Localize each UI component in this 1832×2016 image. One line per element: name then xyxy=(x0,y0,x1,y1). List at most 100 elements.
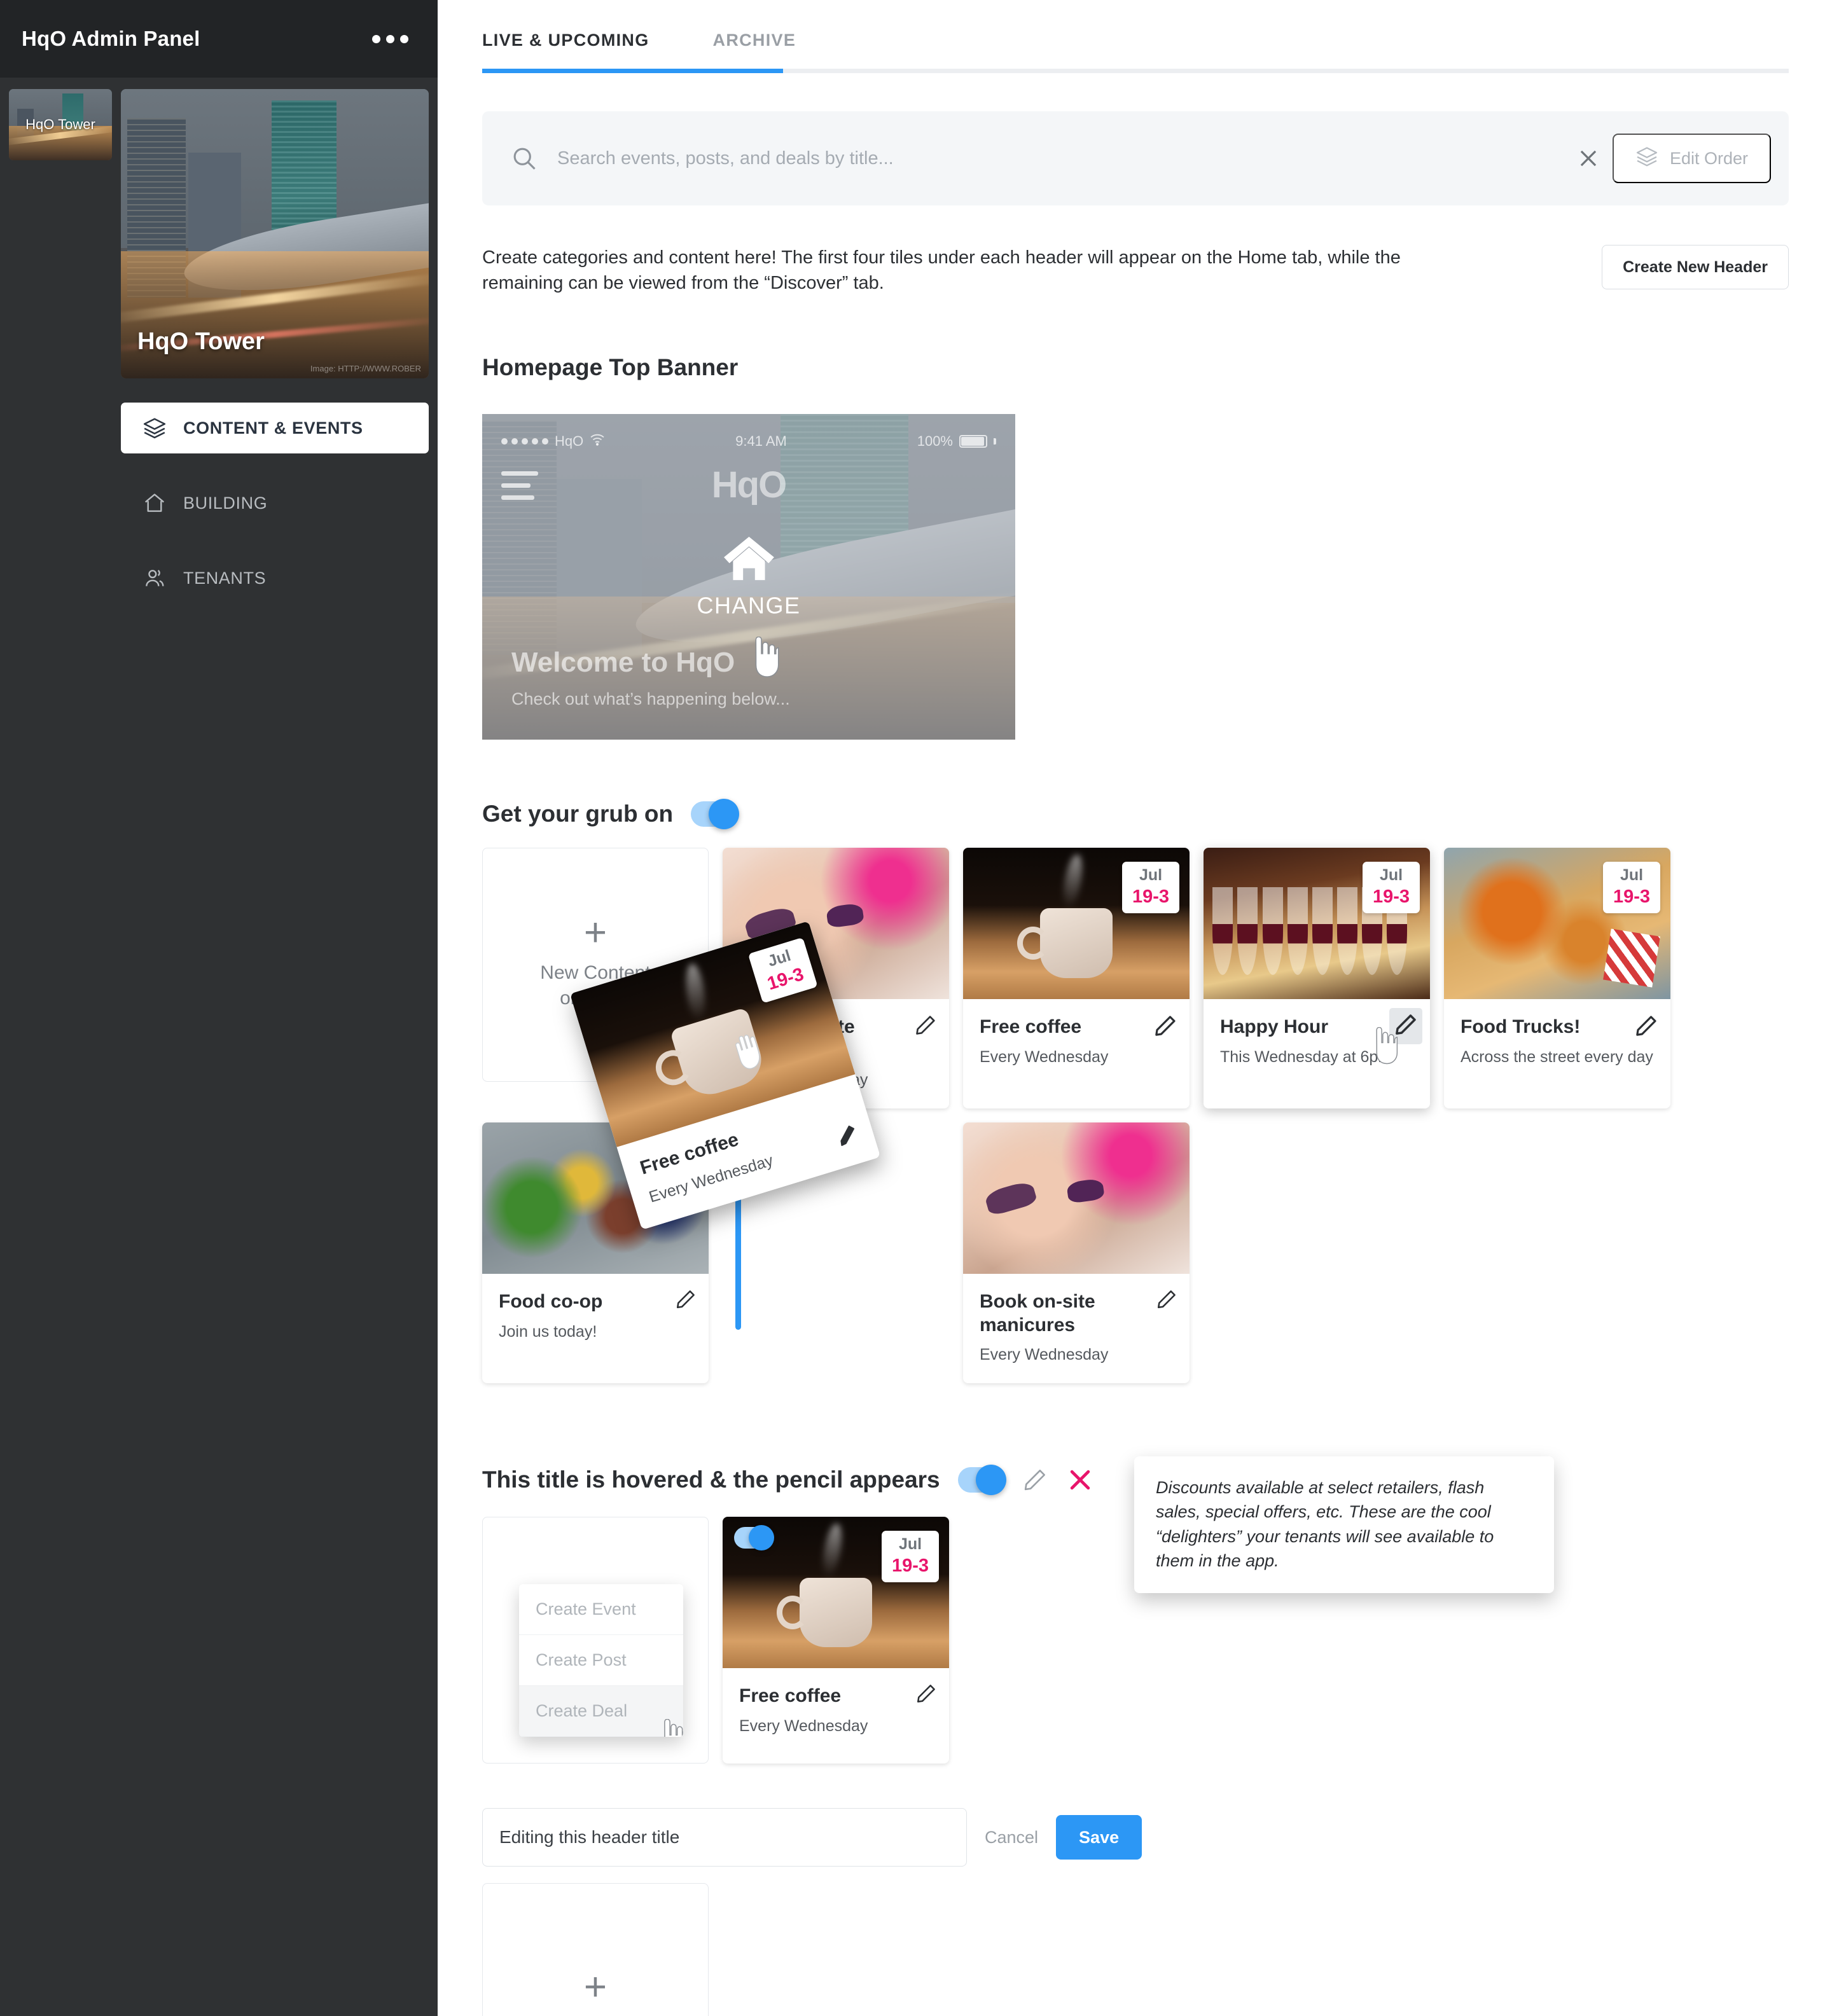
wifi-icon xyxy=(590,433,605,450)
cancel-button[interactable]: Cancel xyxy=(985,1828,1038,1847)
edit-order-label: Edit Order xyxy=(1669,148,1748,168)
card-title: Free coffee xyxy=(739,1685,842,1707)
header-title-input[interactable] xyxy=(482,1808,967,1867)
image-credit: Image: HTTP://WWW.ROBER xyxy=(310,364,421,373)
banner-welcome-title: Welcome to HqO xyxy=(511,647,735,679)
pencil-icon[interactable] xyxy=(1634,1013,1659,1042)
card-subtitle: Every Wednesday xyxy=(980,1346,1109,1364)
pencil-icon[interactable] xyxy=(1155,1288,1178,1314)
app-root: HqO Admin Panel HqO Tower HqO Tower Imag… xyxy=(0,0,1832,2016)
save-button[interactable]: Save xyxy=(1056,1815,1142,1860)
date-month: Jul xyxy=(1620,866,1644,885)
date-month: Jul xyxy=(1379,866,1403,885)
section-visibility-toggle[interactable] xyxy=(691,799,740,830)
card-image: Jul 19-3 xyxy=(1444,848,1670,1000)
date-day: 19-3 xyxy=(1613,887,1651,908)
card-visibility-toggle[interactable] xyxy=(734,1525,774,1551)
hamburger-menu-icon xyxy=(501,471,538,507)
section-title: Get your grub on xyxy=(482,801,674,827)
section-header-get-your-grub-on: Get your grub on xyxy=(482,799,1789,830)
content-card-food-trucks[interactable]: Jul 19-3 Food Trucks! Across the street … xyxy=(1444,848,1670,1109)
date-badge: Jul 19-3 xyxy=(747,937,818,1004)
status-time: 9:41 AM xyxy=(735,433,787,450)
tab-archive[interactable]: ARCHIVE xyxy=(713,31,796,73)
instructions-text: Create categories and content here! The … xyxy=(482,247,1401,294)
building-name: HqO Tower xyxy=(137,328,265,355)
battery-percent: 100% xyxy=(917,433,953,450)
building-hero-image[interactable]: HqO Tower Image: HTTP://WWW.ROBER xyxy=(121,89,429,378)
content-grid-row-2: Jul 19-3 Food co-op Join us today! xyxy=(482,921,1789,1384)
pencil-icon[interactable] xyxy=(913,1013,938,1040)
tab-underline xyxy=(482,69,1789,73)
menu-item-create-post[interactable]: Create Post xyxy=(519,1635,683,1687)
menu-item-create-deal[interactable]: Create Deal xyxy=(519,1686,683,1737)
more-horizontal-icon[interactable] xyxy=(372,34,408,43)
card-title: Food Trucks! xyxy=(1461,1016,1581,1038)
content-card-free-coffee-deal[interactable]: Jul 19-3 Free coffee Every Wednesday xyxy=(723,1517,949,1764)
date-badge: Jul 19-3 xyxy=(1363,862,1420,914)
card-image: Jul 19-3 xyxy=(963,848,1190,1000)
menu-item-create-event[interactable]: Create Event xyxy=(519,1584,683,1636)
date-day: 19-3 xyxy=(1132,887,1170,908)
sidebar-item-label: BUILDING xyxy=(183,493,268,513)
content-card-book-on-site-manicures-2[interactable]: Book on-site manicures Every Wednesday xyxy=(963,1122,1190,1384)
content-card-free-coffee[interactable]: Jul 19-3 Free coffee Every Wednesday xyxy=(963,848,1190,1109)
card-title: Happy Hour xyxy=(1220,1016,1329,1038)
tab-live-upcoming[interactable]: LIVE & UPCOMING xyxy=(482,31,649,73)
building-thumbnail[interactable]: HqO Tower xyxy=(9,89,112,160)
content-card-happy-hour[interactable]: Jul 19-3 Happy Hour This Wednesday at 6p… xyxy=(1204,848,1430,1109)
sidebar-item-content-events[interactable]: CONTENT & EVENTS xyxy=(121,403,429,453)
card-subtitle: Every Wednesday xyxy=(980,1047,1109,1066)
sidebar-item-label: TENANTS xyxy=(183,568,267,588)
close-icon[interactable] xyxy=(1569,139,1607,177)
card-image: Jul 19-3 xyxy=(723,1517,949,1669)
layers-icon xyxy=(142,416,167,440)
pencil-icon[interactable] xyxy=(1389,1008,1422,1045)
home-icon xyxy=(142,491,167,515)
section-visibility-toggle[interactable] xyxy=(957,1465,1006,1496)
edit-order-button[interactable]: Edit Order xyxy=(1612,134,1771,183)
instructions-row: Create categories and content here! The … xyxy=(482,245,1789,296)
search-input[interactable] xyxy=(538,148,1569,169)
main-content: LIVE & UPCOMING ARCHIVE Search events, p… xyxy=(438,0,1832,2016)
section-title: This title is hovered & the pencil appea… xyxy=(482,1467,940,1493)
plus-icon: + xyxy=(583,1964,607,2009)
search-bar: Edit Order xyxy=(482,111,1789,205)
date-badge: Jul 19-3 xyxy=(1122,862,1179,914)
new-content-tile-bottom[interactable]: + New Content xyxy=(482,1883,709,2016)
card-title: Free coffee xyxy=(980,1016,1082,1038)
card-subtitle: Join us today! xyxy=(499,1322,597,1341)
sidebar-item-tenants[interactable]: TENANTS xyxy=(121,553,429,604)
building-switcher-rail: HqO Tower xyxy=(0,78,114,628)
date-month: Jul xyxy=(898,1535,922,1554)
sidebar: HqO Admin Panel HqO Tower HqO Tower Imag… xyxy=(0,0,438,2016)
sidebar-item-building[interactable]: BUILDING xyxy=(121,478,429,528)
layers-icon xyxy=(1635,145,1658,172)
pencil-icon[interactable] xyxy=(1153,1013,1178,1042)
card-title: Book on-site manicures xyxy=(980,1291,1095,1336)
content-pane: Edit Order Create categories and content… xyxy=(438,111,1832,2016)
close-x-icon[interactable] xyxy=(1066,1466,1094,1494)
building-thumbnail-label: HqO Tower xyxy=(25,116,95,132)
date-badge: Jul 19-3 xyxy=(882,1531,939,1583)
carrier-label: HqO xyxy=(555,433,584,450)
homepage-banner-preview[interactable]: HqO 9:41 AM 100% HqO CHANGE Welcome to H… xyxy=(482,414,1015,740)
card-subtitle: Across the street every day xyxy=(1461,1047,1653,1066)
header-edit-bar: Cancel Save xyxy=(482,1808,1789,1867)
pencil-icon[interactable] xyxy=(1022,1467,1048,1493)
create-new-header-button[interactable]: Create New Header xyxy=(1602,245,1789,289)
deal-tooltip: Discounts available at select retailers,… xyxy=(1134,1456,1554,1594)
users-icon xyxy=(142,566,167,590)
homepage-top-banner-title: Homepage Top Banner xyxy=(482,354,739,381)
date-day: 19-3 xyxy=(891,1556,929,1577)
date-day: 19-3 xyxy=(1372,887,1410,908)
content-grid-section-3: + New Content xyxy=(482,1883,1789,2016)
banner-welcome-sub: Check out what’s happening below... xyxy=(511,689,790,709)
date-month: Jul xyxy=(1139,866,1163,885)
pencil-icon[interactable] xyxy=(915,1682,938,1708)
sidebar-header: HqO Admin Panel xyxy=(0,0,438,78)
pencil-icon[interactable] xyxy=(674,1288,697,1314)
change-banner-overlay[interactable]: CHANGE xyxy=(697,531,800,619)
card-image: Jul 19-3 xyxy=(1204,848,1430,1000)
phone-status-bar: HqO 9:41 AM 100% xyxy=(482,431,1015,452)
